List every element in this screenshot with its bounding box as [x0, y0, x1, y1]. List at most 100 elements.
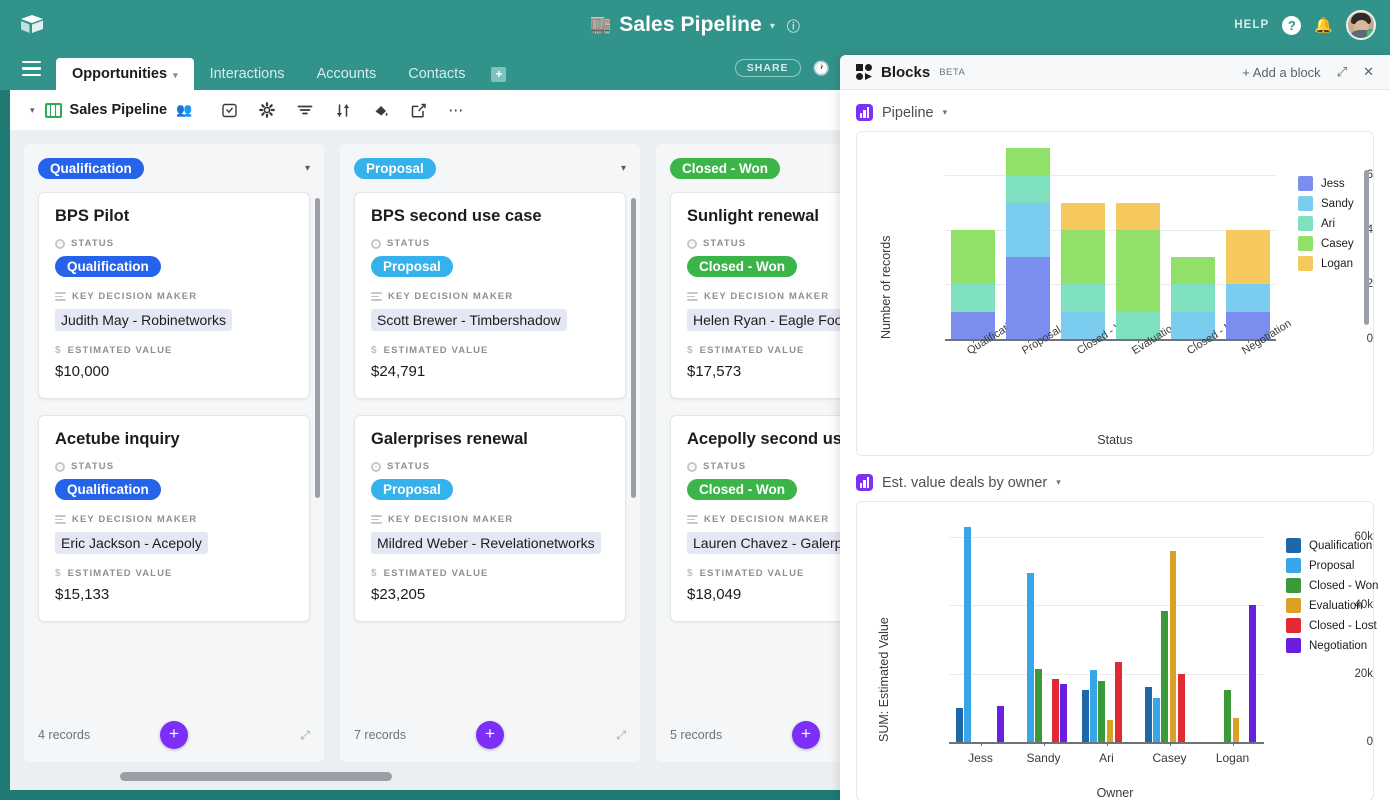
question-circle-icon[interactable]: ? — [1282, 16, 1301, 35]
decision-maker-label-text: KEY DECISION MAKER — [388, 291, 513, 302]
chart-legend-item[interactable]: Jess — [1298, 176, 1354, 191]
chevron-down-icon[interactable]: ▾ — [1056, 477, 1061, 488]
linked-record-chip[interactable]: Judith May - Robinetworks — [55, 309, 232, 331]
chart-legend-label: Jess — [1321, 178, 1345, 190]
chart-legend-item[interactable]: Evaluation — [1286, 598, 1378, 613]
add-block-button[interactable]: + Add a block — [1242, 65, 1320, 80]
chart-legend-label: Ari — [1321, 218, 1335, 230]
color-fill-icon[interactable] — [373, 103, 389, 118]
document-title: 🏬 Sales Pipeline ▾ ⓘ — [0, 0, 1390, 50]
card-status-badge: Closed - Won — [687, 256, 797, 277]
status-label-text: STATUS — [387, 238, 430, 249]
tab-contacts[interactable]: Contacts — [392, 58, 481, 90]
card-field-label-decision-maker: KEY DECISION MAKER — [371, 291, 609, 302]
more-options-icon[interactable]: ⋯ — [448, 103, 463, 118]
chart-bar-segment — [1116, 230, 1160, 312]
kanban-view-icon — [45, 103, 62, 118]
kanban-card[interactable]: Galerprises renewalSTATUSProposalKEY DEC… — [354, 415, 626, 622]
kanban-card[interactable]: BPS second use caseSTATUSProposalKEY DEC… — [354, 192, 626, 399]
hamburger-menu-icon[interactable] — [22, 61, 41, 76]
help-label[interactable]: HELP — [1234, 19, 1269, 31]
chart-bar — [1224, 690, 1231, 742]
kanban-column-title: Proposal — [354, 158, 436, 179]
card-decision-maker-value: Judith May - Robinetworks — [55, 309, 293, 331]
chart-gridline — [949, 605, 1264, 606]
history-icon[interactable]: 🕐 — [813, 60, 830, 77]
linked-record-chip[interactable]: Mildred Weber - Revelationetworks — [371, 532, 601, 554]
chart-legend-item[interactable]: Closed - Won — [1286, 578, 1378, 593]
kanban-column-footer: 7 records+⤢ — [340, 708, 640, 762]
view-name[interactable]: Sales Pipeline — [70, 102, 168, 118]
chart-legend-item[interactable]: Logan — [1298, 256, 1354, 271]
chevron-down-icon[interactable]: ▾ — [943, 107, 948, 118]
sort-icon[interactable] — [335, 103, 351, 118]
add-record-button[interactable]: + — [476, 721, 504, 749]
user-avatar[interactable] — [1346, 10, 1376, 40]
add-record-button[interactable]: + — [160, 721, 188, 749]
linked-record-chip[interactable]: Helen Ryan - Eagle Food — [687, 309, 856, 331]
chart-legend-item[interactable]: Sandy — [1298, 196, 1354, 211]
chart-legend-item[interactable]: Closed - Lost — [1286, 618, 1378, 633]
chart-legend-item[interactable]: Ari — [1298, 216, 1354, 231]
info-icon[interactable]: ⓘ — [787, 16, 800, 35]
chart-bar-segment — [1226, 230, 1270, 285]
card-status-badge: Proposal — [371, 479, 453, 500]
kanban-card[interactable]: Acetube inquirySTATUSQualificationKEY DE… — [38, 415, 310, 622]
linked-record-icon — [687, 515, 698, 523]
chart-x-tick: Casey — [1152, 751, 1186, 765]
chart-legend-swatch — [1286, 598, 1301, 613]
currency-icon: $ — [371, 568, 378, 579]
card-status-badge: Qualification — [55, 256, 161, 277]
view-sidebar-toggle-icon[interactable]: ▾ — [30, 105, 35, 116]
expand-column-icon[interactable]: ⤢ — [300, 728, 310, 743]
share-button[interactable]: SHARE — [735, 59, 801, 77]
kanban-column-scrollbar[interactable] — [631, 198, 636, 498]
kanban-column-header: Proposal ▾ — [340, 144, 640, 192]
settings-gear-icon[interactable] — [259, 102, 275, 118]
linked-record-chip[interactable]: Scott Brewer - Timbershadow — [371, 309, 567, 331]
tab-interactions[interactable]: Interactions — [194, 58, 301, 90]
airtable-logo-icon[interactable] — [18, 11, 46, 39]
tab-opportunities-label: Opportunities — [72, 66, 167, 82]
tab-opportunities[interactable]: Opportunities ▾ — [56, 58, 194, 90]
chart-legend-item[interactable]: Qualification — [1286, 538, 1378, 553]
chevron-down-icon[interactable]: ▾ — [173, 70, 178, 81]
close-icon[interactable]: ✕ — [1363, 64, 1374, 80]
add-table-icon[interactable]: + — [481, 58, 516, 90]
block-name-est-value[interactable]: Est. value deals by owner — [882, 475, 1047, 491]
blocks-panel-scrollbar[interactable] — [1364, 170, 1369, 325]
chart-legend-item[interactable]: Negotiation — [1286, 638, 1378, 653]
kanban-column-scrollbar[interactable] — [315, 198, 320, 498]
linked-record-chip[interactable]: Eric Jackson - Acepoly — [55, 532, 208, 554]
expand-column-icon[interactable]: ⤢ — [616, 728, 626, 743]
kanban-column-menu-icon[interactable]: ▾ — [621, 163, 626, 174]
block-name-pipeline[interactable]: Pipeline — [882, 105, 934, 121]
chart-bar — [1052, 679, 1059, 742]
status-label-text: STATUS — [71, 238, 114, 249]
bell-icon[interactable]: 🔔 — [1314, 16, 1333, 34]
record-count: 4 records — [38, 728, 90, 742]
chart-bar-segment — [1226, 284, 1270, 311]
chart-legend-label: Qualification — [1309, 540, 1372, 552]
board-scroll-thumb[interactable] — [120, 772, 392, 781]
share-view-icon[interactable] — [411, 103, 426, 118]
kanban-card[interactable]: BPS PilotSTATUSQualificationKEY DECISION… — [38, 192, 310, 399]
chart-legend-item[interactable]: Proposal — [1286, 558, 1378, 573]
tab-accounts[interactable]: Accounts — [301, 58, 393, 90]
status-label-text: STATUS — [387, 461, 430, 472]
filter-icon[interactable] — [297, 103, 313, 117]
chart-legend-item[interactable]: Casey — [1298, 236, 1354, 251]
document-title-caret-icon[interactable]: ▾ — [770, 21, 775, 32]
tabstrip-right-actions: SHARE 🕐 — [735, 59, 830, 77]
expand-icon[interactable]: ⤢ — [1337, 64, 1347, 80]
hide-fields-icon[interactable] — [222, 103, 237, 118]
chart-legend-label: Casey — [1321, 238, 1354, 250]
kanban-column-menu-icon[interactable]: ▾ — [305, 163, 310, 174]
status-circle-icon — [687, 239, 697, 249]
chart-legend-swatch — [1298, 236, 1313, 251]
chart-bar — [1107, 720, 1114, 742]
chart-bar-segment — [1006, 148, 1050, 175]
add-record-button[interactable]: + — [792, 721, 820, 749]
chart-x-tick: Sandy — [1026, 751, 1060, 765]
chart-bar-segment — [1171, 257, 1215, 284]
